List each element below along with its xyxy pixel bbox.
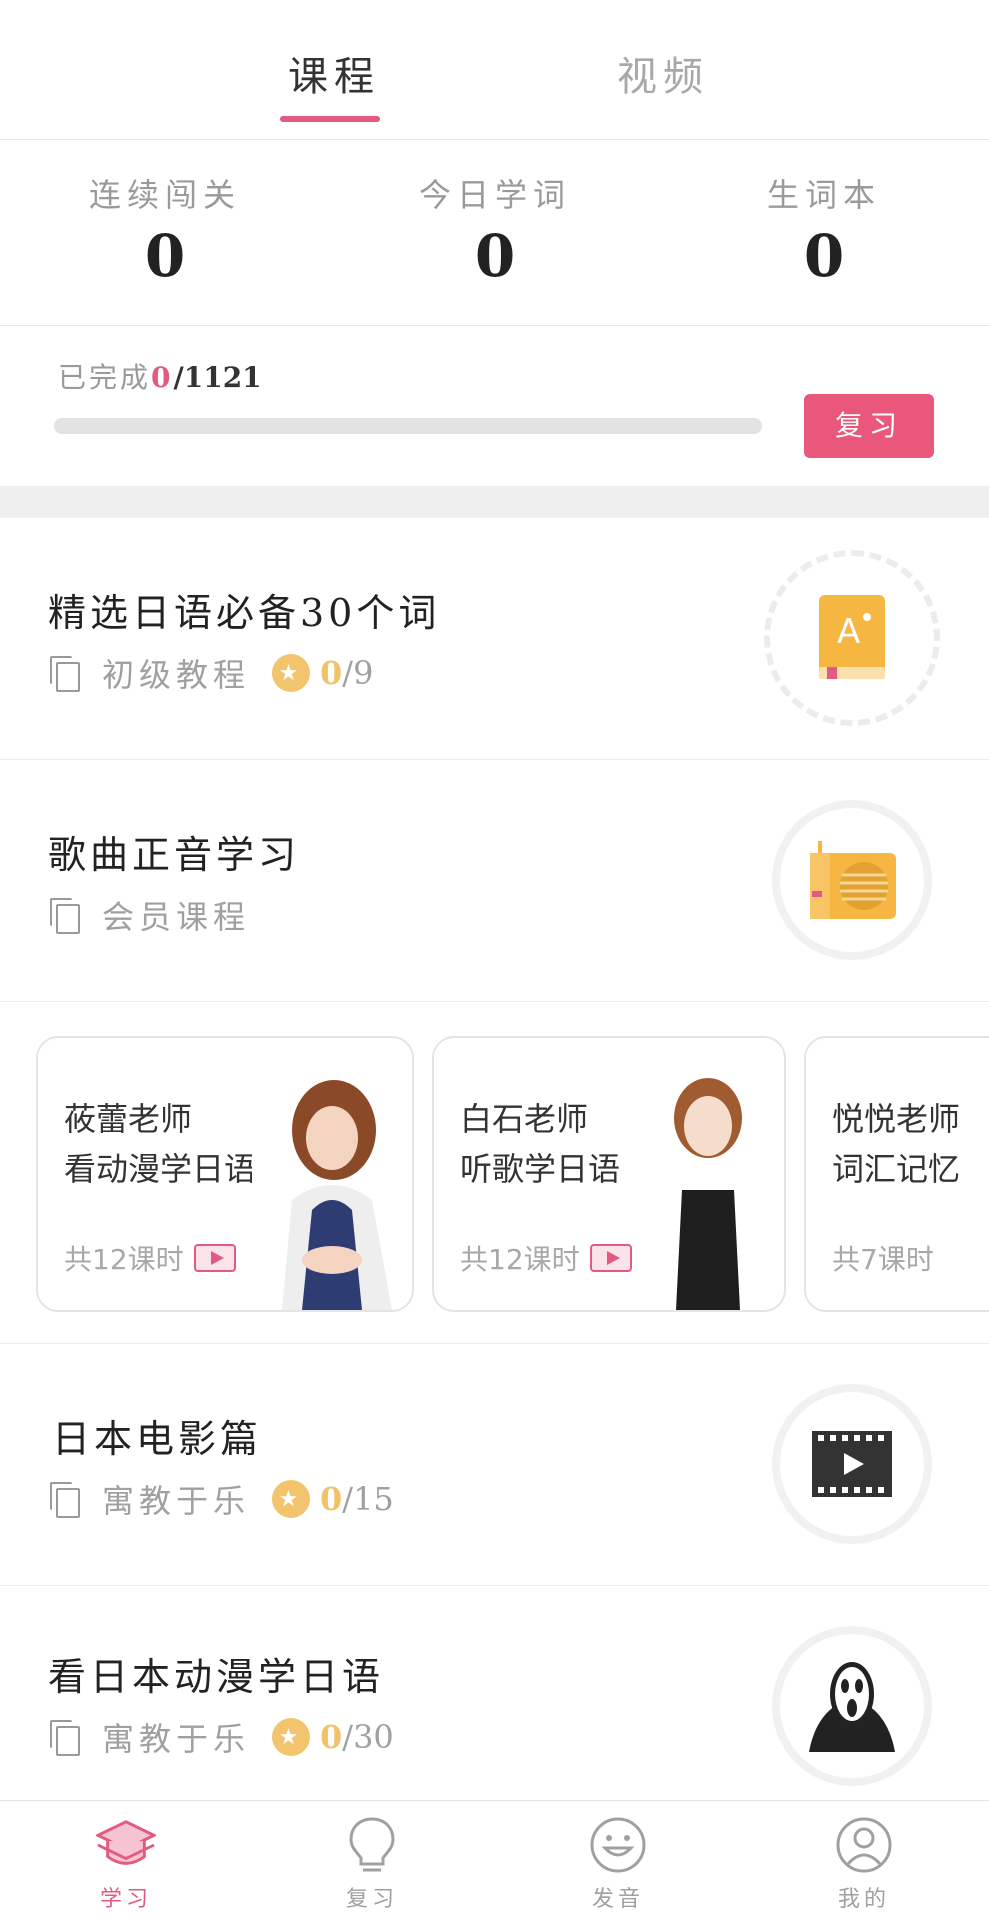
lesson-count-text: 共12课时 [460,1243,580,1276]
stat-wordbook[interactable]: 生词本 0 [659,170,989,290]
teacher-photo [252,1060,402,1310]
course-meta: 寓教于乐 ★ 0/15 [50,1476,394,1522]
radio-icon [772,800,932,960]
stat-value: 0 [474,222,516,290]
tab-videos[interactable]: 视频 [617,44,709,102]
course-meta: 会员课程 [50,892,250,938]
stat-label: 今日学词 [418,176,571,214]
teacher-course-title: 看动漫学日语 [64,1150,257,1188]
star-icon: ★ [272,654,311,692]
section-divider [0,486,989,518]
nav-review[interactable]: 复习 [312,1815,432,1913]
course-tag: 初级教程 [102,656,251,694]
film-play-icon [772,1384,932,1544]
bottom-navigation: 学习 复习 发音 我的 [0,1800,989,1920]
course-progress-done: 0 [320,654,343,692]
course-progress-done: 0 [320,1480,343,1518]
teacher-card[interactable]: 莜蕾老师 看动漫学日语 共12课时 [36,1036,414,1312]
nav-label: 发音 [591,1887,644,1912]
teacher-cards-carousel[interactable]: 莜蕾老师 看动漫学日语 共12课时 白石老师 听歌学日语 共12课时 悦悦老师 … [0,1004,989,1344]
stat-value: 0 [803,222,845,290]
course-progress-total: /15 [342,1480,394,1518]
course-meta: 寓教于乐 ★ 0/30 [50,1714,394,1760]
top-tab-bar: 课程 视频 [0,0,989,140]
course-title: 看日本动漫学日语 [48,1655,385,1699]
nav-pronunciation[interactable]: 发音 [558,1815,678,1913]
stat-today-words[interactable]: 今日学词 0 [330,170,660,290]
progress-bar [54,418,762,434]
user-icon [834,1815,894,1875]
lightbulb-icon [342,1815,402,1875]
stat-label: 生词本 [766,176,881,214]
stats-panel: 连续闯关 0 今日学词 0 生词本 0 [0,140,989,326]
copy-icon [50,656,80,692]
nav-study[interactable]: 学习 [66,1815,186,1913]
nav-label: 复习 [345,1887,398,1912]
scream-mask-icon [772,1626,932,1786]
course-item[interactable]: 歌曲正音学习 会员课程 [0,760,989,1002]
copy-icon [50,1720,80,1756]
course-item[interactable]: 精选日语必备30个词 初级教程 ★ 0/9 A [0,518,989,760]
lesson-count: 共12课时 [64,1238,236,1278]
copy-icon [50,1482,80,1518]
course-tag: 寓教于乐 [102,1482,251,1520]
graduation-cap-icon [96,1815,156,1875]
stat-streak[interactable]: 连续闯关 0 [0,170,330,290]
vocabulary-book-icon: A [764,550,940,726]
svg-text:A: A [837,612,860,652]
active-tab-indicator [280,116,380,122]
tab-courses[interactable]: 课程 [288,44,380,102]
course-tag: 寓教于乐 [102,1720,251,1758]
course-title: 精选日语必备30个词 [48,591,441,635]
lesson-count-text: 共7课时 [832,1243,934,1276]
teacher-card[interactable]: 悦悦老师 词汇记忆 共7课时 [804,1036,989,1312]
video-play-icon [193,1244,236,1272]
teacher-name: 莜蕾老师 [64,1100,193,1138]
lesson-count: 共7课时 [832,1238,934,1278]
smile-face-icon [588,1815,648,1875]
course-item[interactable]: 看日本动漫学日语 寓教于乐 ★ 0/30 [0,1586,989,1828]
course-progress-done: 0 [320,1718,343,1756]
progress-done: 0 [151,361,174,394]
completion-progress: 已完成0/1121 复习 [0,326,989,486]
lesson-count: 共12课时 [460,1238,632,1278]
copy-icon [50,898,80,934]
stat-label: 连续闯关 [88,176,241,214]
course-progress-total: /9 [342,654,374,692]
course-item[interactable]: 日本电影篇 寓教于乐 ★ 0/15 [0,1344,989,1586]
course-tag: 会员课程 [102,898,251,936]
course-title: 歌曲正音学习 [48,833,301,877]
progress-prefix: 已完成 [58,361,152,394]
nav-label: 我的 [837,1887,890,1912]
teacher-card[interactable]: 白石老师 听歌学日语 共12课时 [432,1036,786,1312]
star-icon: ★ [272,1718,311,1756]
stat-value: 0 [144,222,186,290]
teacher-photo [662,1078,754,1310]
progress-total: /1121 [173,361,262,394]
star-icon: ★ [272,1480,311,1518]
teacher-course-title: 词汇记忆 [832,1150,961,1188]
course-title: 日本电影篇 [52,1417,263,1461]
nav-profile[interactable]: 我的 [804,1815,924,1913]
progress-label: 已完成0/1121 [58,356,262,396]
teacher-course-title: 听歌学日语 [460,1150,621,1188]
review-button[interactable]: 复习 [804,394,934,458]
video-play-icon [589,1244,632,1272]
nav-label: 学习 [99,1887,152,1912]
course-meta: 初级教程 ★ 0/9 [50,650,373,696]
teacher-name: 白石老师 [460,1100,589,1138]
course-progress-total: /30 [342,1718,394,1756]
teacher-name: 悦悦老师 [832,1100,961,1138]
lesson-count-text: 共12课时 [64,1243,184,1276]
